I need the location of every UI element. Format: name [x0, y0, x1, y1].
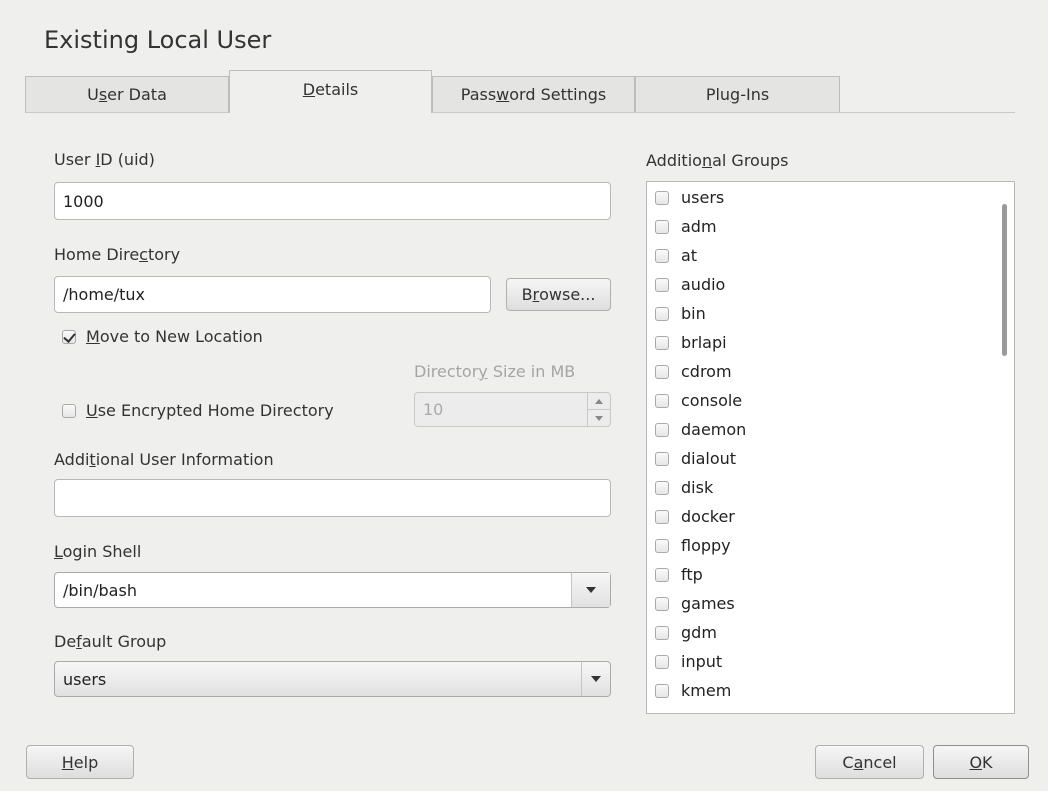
vertical-scrollbar[interactable] — [996, 182, 1014, 713]
list-item[interactable]: audio — [647, 270, 1014, 299]
spin-buttons[interactable] — [587, 393, 610, 426]
checkbox-icon[interactable] — [655, 422, 669, 437]
scrollbar-thumb[interactable] — [1002, 204, 1007, 356]
checkbox-unchecked-icon — [62, 403, 76, 418]
list-item[interactable]: ftp — [647, 560, 1014, 589]
uid-input[interactable]: 1000 — [54, 182, 611, 220]
home-directory-label: Home Directory — [54, 245, 181, 264]
list-item[interactable]: gdm — [647, 618, 1014, 647]
tab-bar: Us er Data Details Pass w ord Settings Plu g… — [25, 70, 1015, 113]
additional-user-information-input[interactable] — [54, 479, 611, 517]
checkbox-icon[interactable] — [655, 625, 669, 640]
uid-label: User ID (uid) — [54, 150, 155, 169]
move-to-new-location-checkbox[interactable]: Move to New Location — [62, 327, 263, 346]
list-item[interactable]: kmem — [647, 676, 1014, 705]
checkbox-icon[interactable] — [655, 480, 669, 495]
default-group-value: users — [63, 669, 107, 689]
list-item[interactable]: bin — [647, 299, 1014, 328]
list-item[interactable]: users — [647, 183, 1014, 212]
additional-user-information-label: Additional User Information — [54, 450, 274, 469]
window-title: Existing Local User — [44, 26, 272, 54]
list-item[interactable]: daemon — [647, 415, 1014, 444]
home-directory-input[interactable]: /home/tux — [54, 276, 491, 313]
checkbox-icon[interactable] — [655, 683, 669, 698]
use-encrypted-home-directory-checkbox[interactable]: Use Encrypted Home Directory — [62, 401, 334, 420]
default-group-label: Default Group — [54, 632, 167, 651]
list-item[interactable]: console — [647, 386, 1014, 415]
move-to-new-location-label: Move to New Location — [86, 327, 263, 346]
chevron-down-icon[interactable] — [571, 573, 610, 607]
list-item[interactable]: disk — [647, 473, 1014, 502]
additional-groups-list[interactable]: users adm at audio bin brlapi cdrom cons… — [646, 181, 1015, 714]
tab-user-data[interactable]: Us er Data — [25, 76, 229, 112]
tab-plug-ins[interactable]: Plu g -Ins — [635, 76, 840, 112]
additional-groups-label: Additional Groups — [646, 151, 789, 170]
login-shell-label: Login Shell — [54, 542, 142, 561]
list-item[interactable]: games — [647, 589, 1014, 618]
login-shell-combobox[interactable]: /bin/bash — [54, 572, 611, 608]
list-item[interactable]: floppy — [647, 531, 1014, 560]
directory-size-label: Directory Size in MB — [414, 362, 576, 381]
list-item[interactable]: input — [647, 647, 1014, 676]
browse-button[interactable]: Br owse... — [506, 278, 611, 311]
tab-details[interactable]: Details — [229, 70, 432, 113]
checkbox-icon[interactable] — [655, 538, 669, 553]
list-item[interactable]: adm — [647, 212, 1014, 241]
checkbox-icon[interactable] — [655, 335, 669, 350]
checkbox-icon[interactable] — [655, 567, 669, 582]
tab-password-settings[interactable]: Pass w ord Settings — [432, 76, 635, 112]
cancel-button[interactable]: Ca ncel — [815, 745, 924, 779]
checkbox-icon[interactable] — [655, 654, 669, 669]
chevron-down-icon[interactable] — [581, 662, 610, 696]
checkbox-checked-icon — [62, 329, 76, 344]
checkbox-icon[interactable] — [655, 712, 669, 713]
checkbox-icon[interactable] — [655, 219, 669, 234]
directory-size-value: 10 — [423, 400, 444, 419]
list-item[interactable]: kvm — [647, 705, 1014, 713]
list-item[interactable]: brlapi — [647, 328, 1014, 357]
directory-size-spinbox[interactable]: 10 — [414, 392, 611, 427]
login-shell-value: /bin/bash — [63, 580, 137, 600]
spin-up-icon[interactable] — [588, 393, 610, 410]
checkbox-icon[interactable] — [655, 596, 669, 611]
checkbox-icon[interactable] — [655, 248, 669, 263]
checkbox-icon[interactable] — [655, 509, 669, 524]
list-item[interactable]: at — [647, 241, 1014, 270]
checkbox-icon[interactable] — [655, 306, 669, 321]
use-encrypted-home-directory-label: Use Encrypted Home Directory — [86, 401, 334, 420]
default-group-combobox[interactable]: users — [54, 661, 611, 697]
checkbox-icon[interactable] — [655, 190, 669, 205]
checkbox-icon[interactable] — [655, 364, 669, 379]
list-item[interactable]: cdrom — [647, 357, 1014, 386]
spin-down-icon[interactable] — [588, 410, 610, 426]
checkbox-icon[interactable] — [655, 393, 669, 408]
ok-button[interactable]: OK — [933, 745, 1029, 779]
checkbox-icon[interactable] — [655, 277, 669, 292]
help-button[interactable]: Help — [26, 745, 134, 779]
checkbox-icon[interactable] — [655, 451, 669, 466]
list-item[interactable]: dialout — [647, 444, 1014, 473]
list-item[interactable]: docker — [647, 502, 1014, 531]
